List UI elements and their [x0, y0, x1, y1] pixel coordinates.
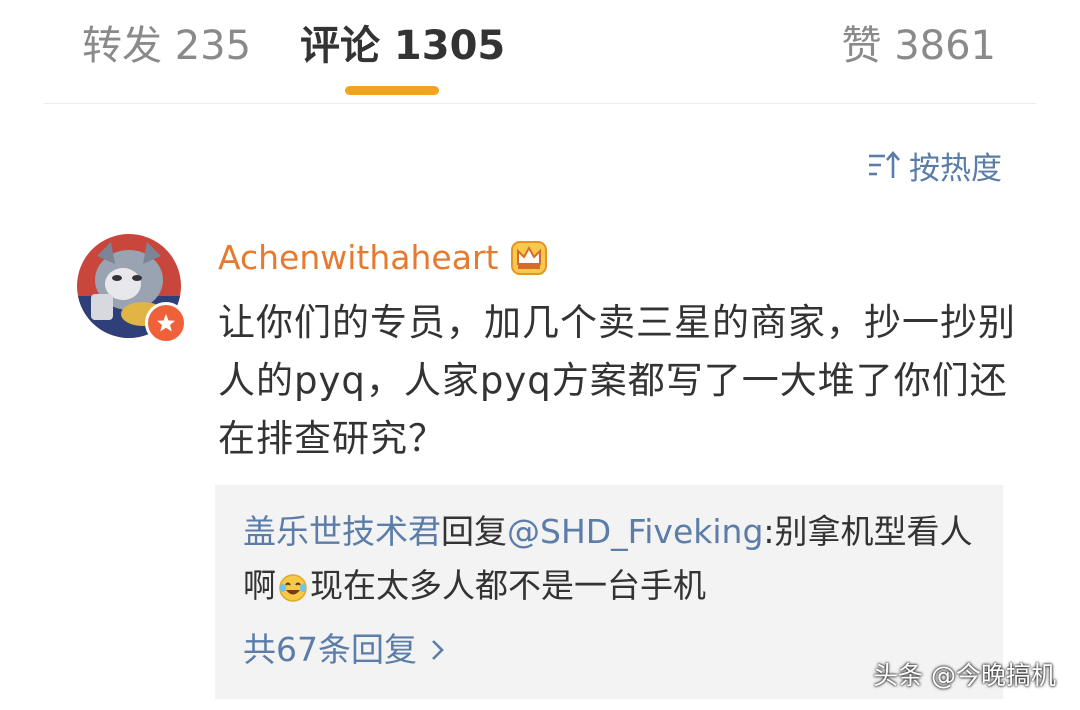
- reply-content: 盖乐世技术君回复@SHD_Fiveking:别拿机型看人啊 现在太多人都不是一台…: [243, 505, 987, 613]
- watermark: 头条 @今晚搞机: [873, 661, 1056, 690]
- tab-bar: 转发 235 评论 1305 赞 3861: [0, 0, 1080, 104]
- username-text: Achenwithaheart: [218, 238, 499, 277]
- reply-mention[interactable]: @SHD_Fiveking: [507, 512, 763, 551]
- sort-icon: [869, 151, 900, 178]
- tab-comment[interactable]: 评论 1305: [300, 22, 505, 70]
- crown-icon: [511, 241, 548, 275]
- active-tab-indicator: [345, 86, 439, 95]
- tab-divider: [44, 103, 1036, 104]
- comment-username[interactable]: Achenwithaheart: [218, 236, 548, 280]
- verified-badge-icon: [145, 302, 187, 344]
- comment-text: 让你们的专员，加几个卖三星的商家，抄一抄别人的pyq，人家pyq方案都写了一大堆…: [218, 301, 1016, 460]
- tab-like[interactable]: 赞 3861: [841, 22, 996, 70]
- chevron-right-icon: [432, 640, 444, 660]
- sort-label: 按热度: [909, 150, 1002, 187]
- reply-author[interactable]: 盖乐世技术君: [243, 512, 441, 551]
- sort-button[interactable]: 按热度: [867, 143, 1002, 187]
- more-replies-label: 共67条回复: [243, 630, 417, 669]
- laugh-cry-emoji-icon: [279, 574, 307, 602]
- reply-text-after-emoji: 现在太多人都不是一台手机: [310, 566, 706, 605]
- more-replies-link[interactable]: 共67条回复: [243, 628, 445, 672]
- tab-repost[interactable]: 转发 235: [82, 22, 251, 70]
- avatar[interactable]: [77, 234, 187, 344]
- reply-action: 回复: [441, 512, 507, 551]
